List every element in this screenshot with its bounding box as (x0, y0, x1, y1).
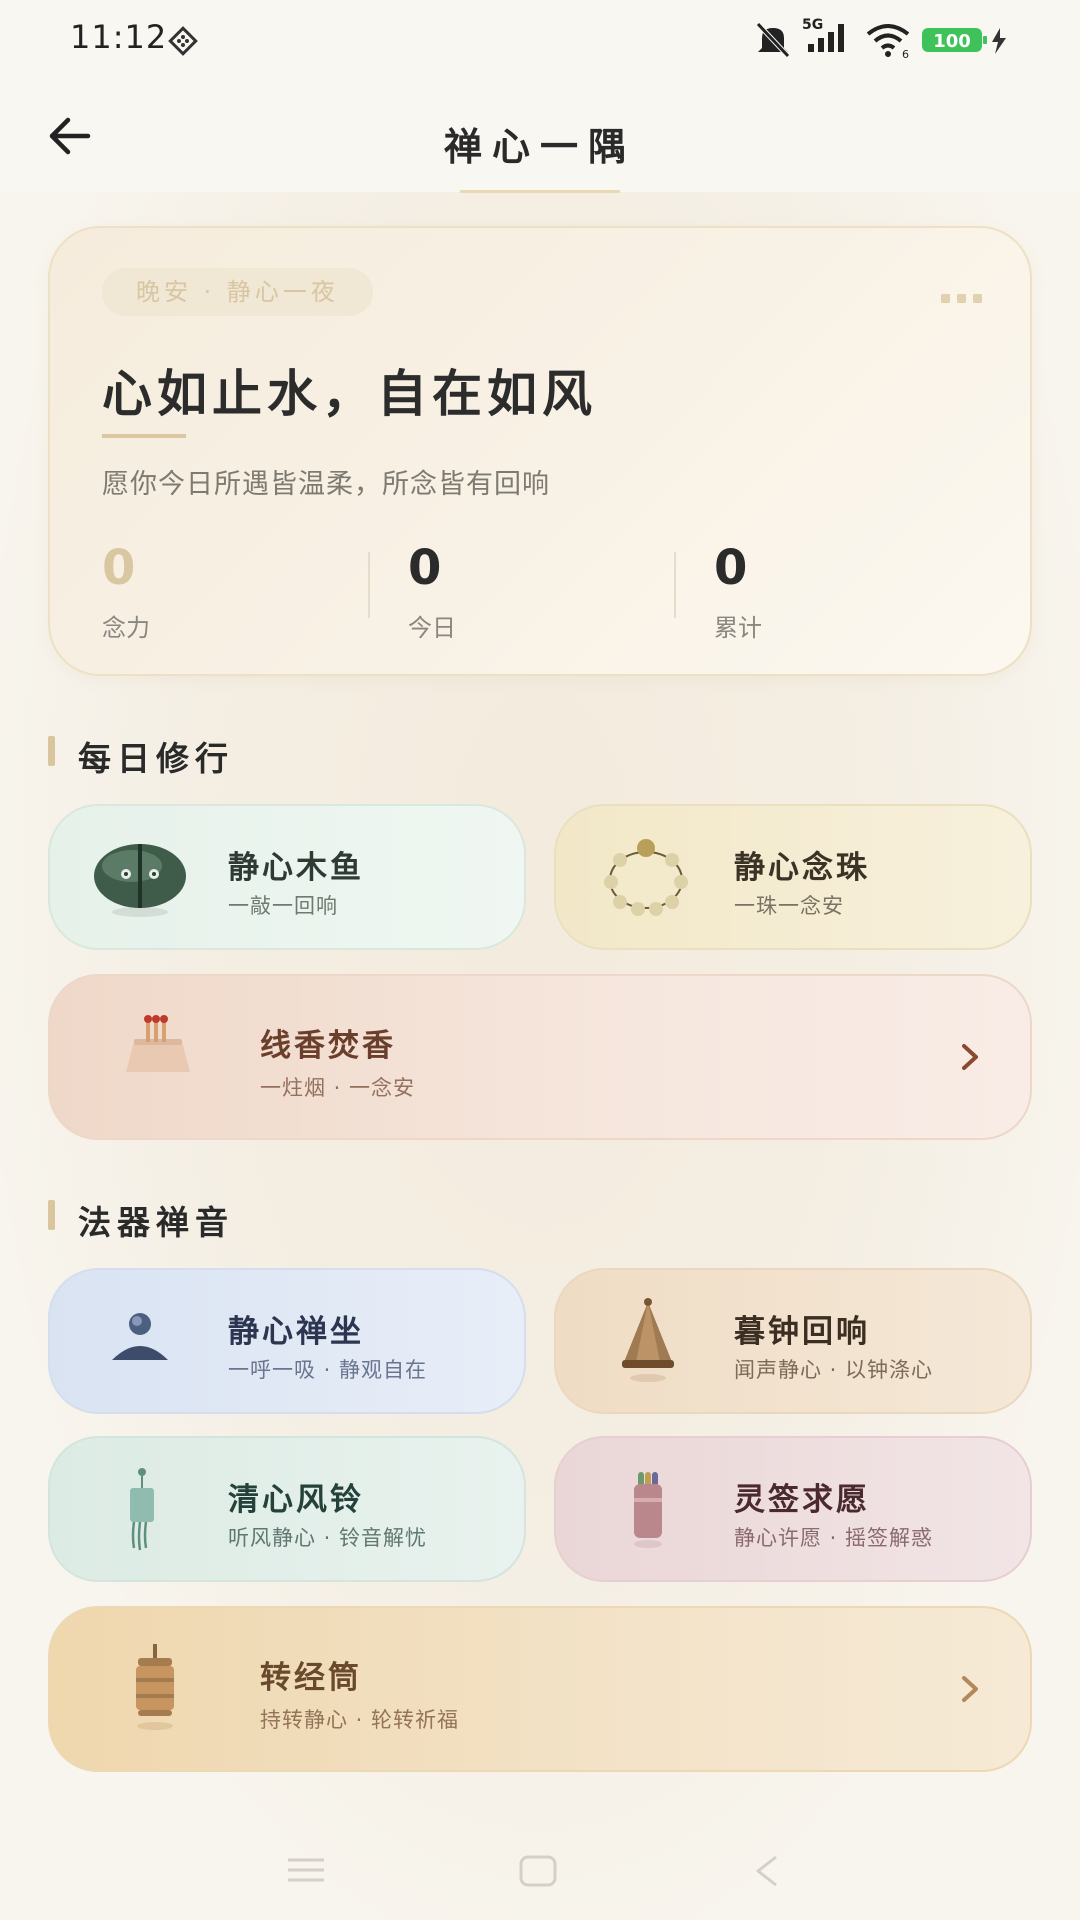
hero-headline: 心如止水，自在如风 (102, 365, 597, 423)
tool-title: 静心木鱼 (228, 850, 364, 886)
tool-title: 暮钟回响 (734, 1314, 870, 1350)
wifi-sub: 6 (902, 48, 909, 60)
tool-card-incense[interactable]: 线香焚香 一炷烟 · 一念安 (48, 974, 1032, 1140)
headline-divider (102, 434, 186, 438)
wind-chime-icon (122, 1466, 162, 1560)
tool-subtitle: 持转静心 · 轮转祈福 (260, 1708, 460, 1732)
back-nav-button[interactable] (752, 1854, 782, 1892)
greeting-pill: 晚安 · 静心一夜 (102, 268, 373, 316)
hero-card: 晚安 · 静心一夜 心如止水，自在如风 愿你今日所遇皆温柔，所念皆有回响 0 念… (48, 226, 1032, 676)
tool-title: 灵签求愿 (734, 1482, 870, 1518)
section-title-daily: 每日修行 (78, 739, 234, 778)
tool-card-muyu[interactable]: 静心木鱼 一敲一回响 (48, 804, 526, 950)
tool-title: 线香焚香 (260, 1028, 396, 1064)
menu-nav-button[interactable] (286, 1854, 326, 1890)
tool-subtitle: 一敲一回响 (228, 894, 338, 918)
stat-value: 0 (102, 540, 136, 596)
status-bar: 11:12 5G 6 100 (0, 0, 1080, 80)
section-title-instruments: 法器禅音 (78, 1203, 234, 1242)
tool-subtitle: 一炷烟 · 一念安 (260, 1076, 416, 1100)
more-options-button[interactable] (934, 288, 982, 307)
bell-icon (616, 1296, 680, 1390)
app-bar: 禅心一隅 (0, 80, 1080, 193)
prayer-beads-icon (596, 832, 696, 926)
tool-title: 静心念珠 (734, 850, 870, 886)
chevron-right-icon (958, 1674, 982, 1708)
battery-icon: 100 (922, 26, 1012, 60)
page-title: 禅心一隅 (443, 125, 636, 169)
title-underline (460, 190, 620, 193)
tool-subtitle: 听风静心 · 铃音解忧 (228, 1526, 428, 1550)
tool-subtitle: 闻声静心 · 以钟涤心 (734, 1358, 934, 1382)
tool-title: 清心风铃 (228, 1482, 364, 1518)
chevron-right-icon (958, 1042, 982, 1076)
tool-card-zazen[interactable]: 静心禅坐 一呼一吸 · 静观自在 (48, 1268, 526, 1414)
stat-value: 0 (408, 540, 442, 596)
status-time: 11:12 (70, 18, 168, 56)
tool-subtitle: 一珠一念安 (734, 894, 844, 918)
wifi-icon: 6 (866, 20, 914, 64)
stat-label: 累计 (714, 614, 762, 642)
incense-icon (118, 1012, 198, 1086)
tool-title: 转经筒 (260, 1660, 362, 1696)
back-nav-icon (756, 1855, 777, 1887)
section-accent (48, 736, 55, 766)
stat-divider (368, 552, 370, 618)
meditation-icon (108, 1310, 172, 1370)
prayer-wheel-icon (130, 1644, 180, 1738)
tool-card-wheel[interactable]: 转经筒 持转静心 · 轮转祈福 (48, 1606, 1032, 1772)
tool-card-bell[interactable]: 暮钟回响 闻声静心 · 以钟涤心 (554, 1268, 1032, 1414)
tool-subtitle: 静心许愿 · 摇签解惑 (734, 1526, 934, 1550)
stat-total: 0 累计 (714, 544, 762, 643)
home-icon (519, 1855, 557, 1887)
app-notification-icon (166, 24, 200, 62)
tool-title: 静心禅坐 (228, 1314, 364, 1350)
tool-card-lots[interactable]: 灵签求愿 静心许愿 · 摇签解惑 (554, 1436, 1032, 1582)
tool-card-chime[interactable]: 清心风铃 听风静心 · 铃音解忧 (48, 1436, 526, 1582)
stat-value: 0 (714, 540, 748, 596)
system-nav-bar (0, 1820, 1080, 1920)
mute-icon (752, 20, 794, 64)
fortune-sticks-icon (626, 1470, 670, 1554)
tool-card-beads[interactable]: 静心念珠 一珠一念安 (554, 804, 1032, 950)
stat-today: 0 今日 (408, 544, 456, 643)
wooden-fish-icon (92, 836, 192, 924)
stat-label: 今日 (408, 614, 456, 642)
home-nav-button[interactable] (518, 1854, 558, 1892)
stat-divider (674, 552, 676, 618)
stat-nianli: 0 念力 (102, 544, 150, 643)
tool-subtitle: 一呼一吸 · 静观自在 (228, 1358, 428, 1382)
network-type: 5G (802, 17, 823, 33)
menu-icon (288, 1858, 324, 1882)
hero-subline: 愿你今日所遇皆温柔，所念皆有回响 (102, 469, 550, 500)
stat-label: 念力 (102, 614, 150, 642)
signal-icon: 5G (802, 16, 858, 60)
section-accent (48, 1200, 55, 1230)
battery-level: 100 (933, 31, 971, 52)
